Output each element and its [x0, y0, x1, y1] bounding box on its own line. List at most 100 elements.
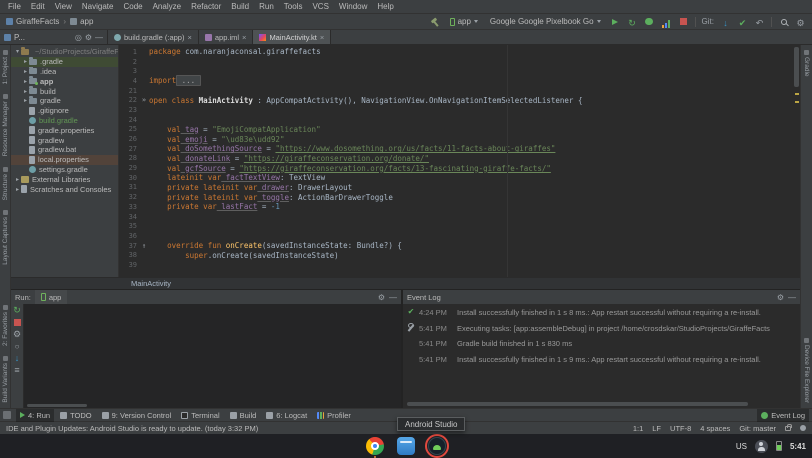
chevron-icon[interactable]: ▸ — [22, 78, 29, 85]
tree-item-build[interactable]: ▸build — [11, 86, 118, 96]
chevron-icon[interactable]: ▸ — [22, 97, 29, 104]
project-panel-title[interactable]: P... — [14, 33, 25, 42]
chevron-icon[interactable]: ▸ — [22, 68, 29, 75]
toolwindow-build[interactable]: Build — [226, 409, 261, 422]
tree-item-gradlew-bat[interactable]: gradlew.bat — [11, 145, 118, 155]
stripe-device-file-explorer[interactable]: Device File Explorer — [803, 333, 810, 408]
settings-button[interactable]: ⚙ — [795, 16, 806, 28]
tree-item-build-gradle[interactable]: build.gradle — [11, 116, 118, 126]
tree-item-idea[interactable]: ▸.idea — [11, 67, 118, 77]
stripe-resource-manager[interactable]: Resource Manager — [2, 89, 9, 161]
code-line[interactable]: 21 — [119, 86, 800, 96]
code-line[interactable]: 36 — [119, 231, 800, 241]
tree-item-external-libraries[interactable]: ▸External Libraries — [11, 174, 118, 184]
stripe-gradle[interactable]: Gradle — [803, 45, 810, 82]
stripe-structure[interactable]: Structure — [2, 162, 9, 205]
status-git-master[interactable]: Git: master — [739, 424, 776, 433]
search-everywhere-button[interactable] — [778, 16, 789, 28]
status-4-spaces[interactable]: 4 spaces — [700, 424, 730, 433]
tab-close-icon[interactable] — [320, 33, 324, 42]
tree-item-local-properties[interactable]: local.properties — [11, 155, 118, 165]
event-log-entry[interactable]: 5:41 PMExecuting tasks: [app:assembleDeb… — [407, 324, 796, 333]
tree-item-giraffefacts[interactable]: ▾GiraffeFacts~/StudioProjects/GiraffeFac… — [11, 47, 118, 57]
event-log-settings-gear-icon[interactable]: ⚙ — [777, 293, 784, 302]
stop-button[interactable] — [678, 16, 689, 28]
notifications-icon[interactable] — [800, 425, 806, 431]
apply-changes-button[interactable]: ↻ — [627, 16, 638, 28]
code-line[interactable]: 34 — [119, 212, 800, 222]
tab-app-iml[interactable]: app.iml — [199, 30, 254, 44]
code-line[interactable]: 38 super.onCreate(savedInstanceState) — [119, 250, 800, 260]
code-line[interactable]: 39 — [119, 260, 800, 270]
tree-item-scratches-and-consoles[interactable]: ▸Scratches and Consoles — [11, 184, 118, 194]
run-settings-gear-icon[interactable]: ⚙ — [378, 293, 385, 302]
run-configuration-dropdown[interactable]: app — [447, 15, 481, 28]
device-selector-dropdown[interactable]: Google Google Pixelbook Go — [487, 15, 604, 28]
chevron-icon[interactable]: ▸ — [22, 88, 29, 95]
toolwindow-terminal[interactable]: Terminal — [177, 409, 223, 422]
menu-run[interactable]: Run — [254, 2, 279, 11]
code-line[interactable]: 1package com.naranjaconsal.giraffefacts — [119, 47, 800, 57]
menu-window[interactable]: Window — [334, 2, 372, 11]
tab-close-icon[interactable] — [242, 33, 246, 42]
tree-item-gradle[interactable]: ▸gradle — [11, 96, 118, 106]
toolwindow-event-log[interactable]: Event Log — [757, 409, 809, 422]
event-log-entry[interactable]: 5:41 PMInstall successfully finished in … — [407, 355, 796, 364]
scroll-to-end-button[interactable]: ↓ — [12, 354, 23, 363]
toolwindow-profiler[interactable]: Profiler — [313, 409, 355, 422]
code-line[interactable]: 23 — [119, 105, 800, 115]
code-line[interactable]: 32 private lateinit var toggle: ActionBa… — [119, 192, 800, 202]
menu-refactor[interactable]: Refactor — [186, 2, 226, 11]
code-line[interactable]: 35 — [119, 221, 800, 231]
stripe-layout-captures[interactable]: Layout Captures — [2, 205, 9, 270]
tool-window-corner-icon[interactable] — [3, 411, 11, 419]
taskbar-android-studio-icon[interactable] — [428, 437, 446, 455]
tab-close-icon[interactable] — [187, 33, 191, 42]
run-button[interactable] — [610, 16, 621, 28]
battery-icon[interactable] — [776, 441, 782, 451]
menu-view[interactable]: View — [50, 2, 77, 11]
run-settings-button[interactable]: ⚙ — [12, 330, 23, 339]
editor-scrollbar[interactable] — [794, 47, 799, 87]
scroll-from-source-icon[interactable]: ◎ — [75, 33, 82, 42]
status-message[interactable]: IDE and Plugin Updates: Android Studio i… — [6, 424, 258, 433]
stripe-build-variants[interactable]: Build Variants — [2, 351, 9, 408]
tree-item-app[interactable]: ▸app — [11, 76, 118, 86]
status-utf-8[interactable]: UTF-8 — [670, 424, 691, 433]
run-console-scrollbar[interactable] — [27, 404, 87, 407]
tab-mainactivity-kt[interactable]: MainActivity.kt — [253, 30, 331, 44]
menu-file[interactable]: File — [3, 2, 26, 11]
code-line[interactable]: 27 val doSomethingSource = "https://www.… — [119, 144, 800, 154]
code-line[interactable]: 29 val gcfSource = "https://giraffeconse… — [119, 163, 800, 173]
soft-wrap-button[interactable]: ≡ — [12, 366, 23, 375]
status-lf[interactable]: LF — [652, 424, 661, 433]
chevron-icon[interactable]: ▸ — [14, 186, 21, 193]
taskbar-chrome-icon[interactable] — [366, 437, 384, 455]
run-tab-app[interactable]: app — [35, 290, 68, 304]
tree-item-gradle[interactable]: ▸.gradle — [11, 57, 118, 67]
code-line[interactable]: 24 — [119, 115, 800, 125]
event-log-scrollbar[interactable] — [407, 402, 748, 406]
taskbar-files-icon[interactable] — [397, 437, 415, 455]
stripe-2-favorites[interactable]: 2: Favorites — [2, 300, 9, 351]
lock-icon[interactable] — [785, 426, 791, 431]
chevron-icon[interactable]: ▸ — [14, 176, 21, 183]
debug-button[interactable] — [644, 16, 655, 28]
settings-gear-icon[interactable]: ⚙ — [85, 33, 92, 42]
clear-all-button[interactable]: ○ — [12, 342, 23, 351]
code-editor[interactable]: 1package com.naranjaconsal.giraffefacts 2… — [119, 45, 800, 277]
tree-item-gradle-properties[interactable]: gradle.properties — [11, 125, 118, 135]
event-log-minimize-icon[interactable]: — — [788, 293, 796, 302]
toolwindow-4-run[interactable]: 4: Run — [16, 409, 54, 422]
event-log-entry[interactable]: 5:41 PMGradle build finished in 1 s 830 … — [407, 339, 796, 348]
tree-item-gitignore[interactable]: .gitignore — [11, 106, 118, 116]
update-project-button[interactable]: ↓ — [720, 16, 731, 28]
stripe-1-project[interactable]: 1: Project — [2, 45, 9, 89]
breadcrumb-project[interactable]: GiraffeFacts — [16, 17, 59, 26]
build-hammer-button[interactable] — [430, 16, 441, 28]
menu-build[interactable]: Build — [226, 2, 254, 11]
toolwindow-9-version-control[interactable]: 9: Version Control — [98, 409, 176, 422]
menu-navigate[interactable]: Navigate — [77, 2, 119, 11]
rerun-button[interactable]: ↻ — [12, 306, 23, 315]
toolwindow-6-logcat[interactable]: 6: Logcat — [262, 409, 311, 422]
